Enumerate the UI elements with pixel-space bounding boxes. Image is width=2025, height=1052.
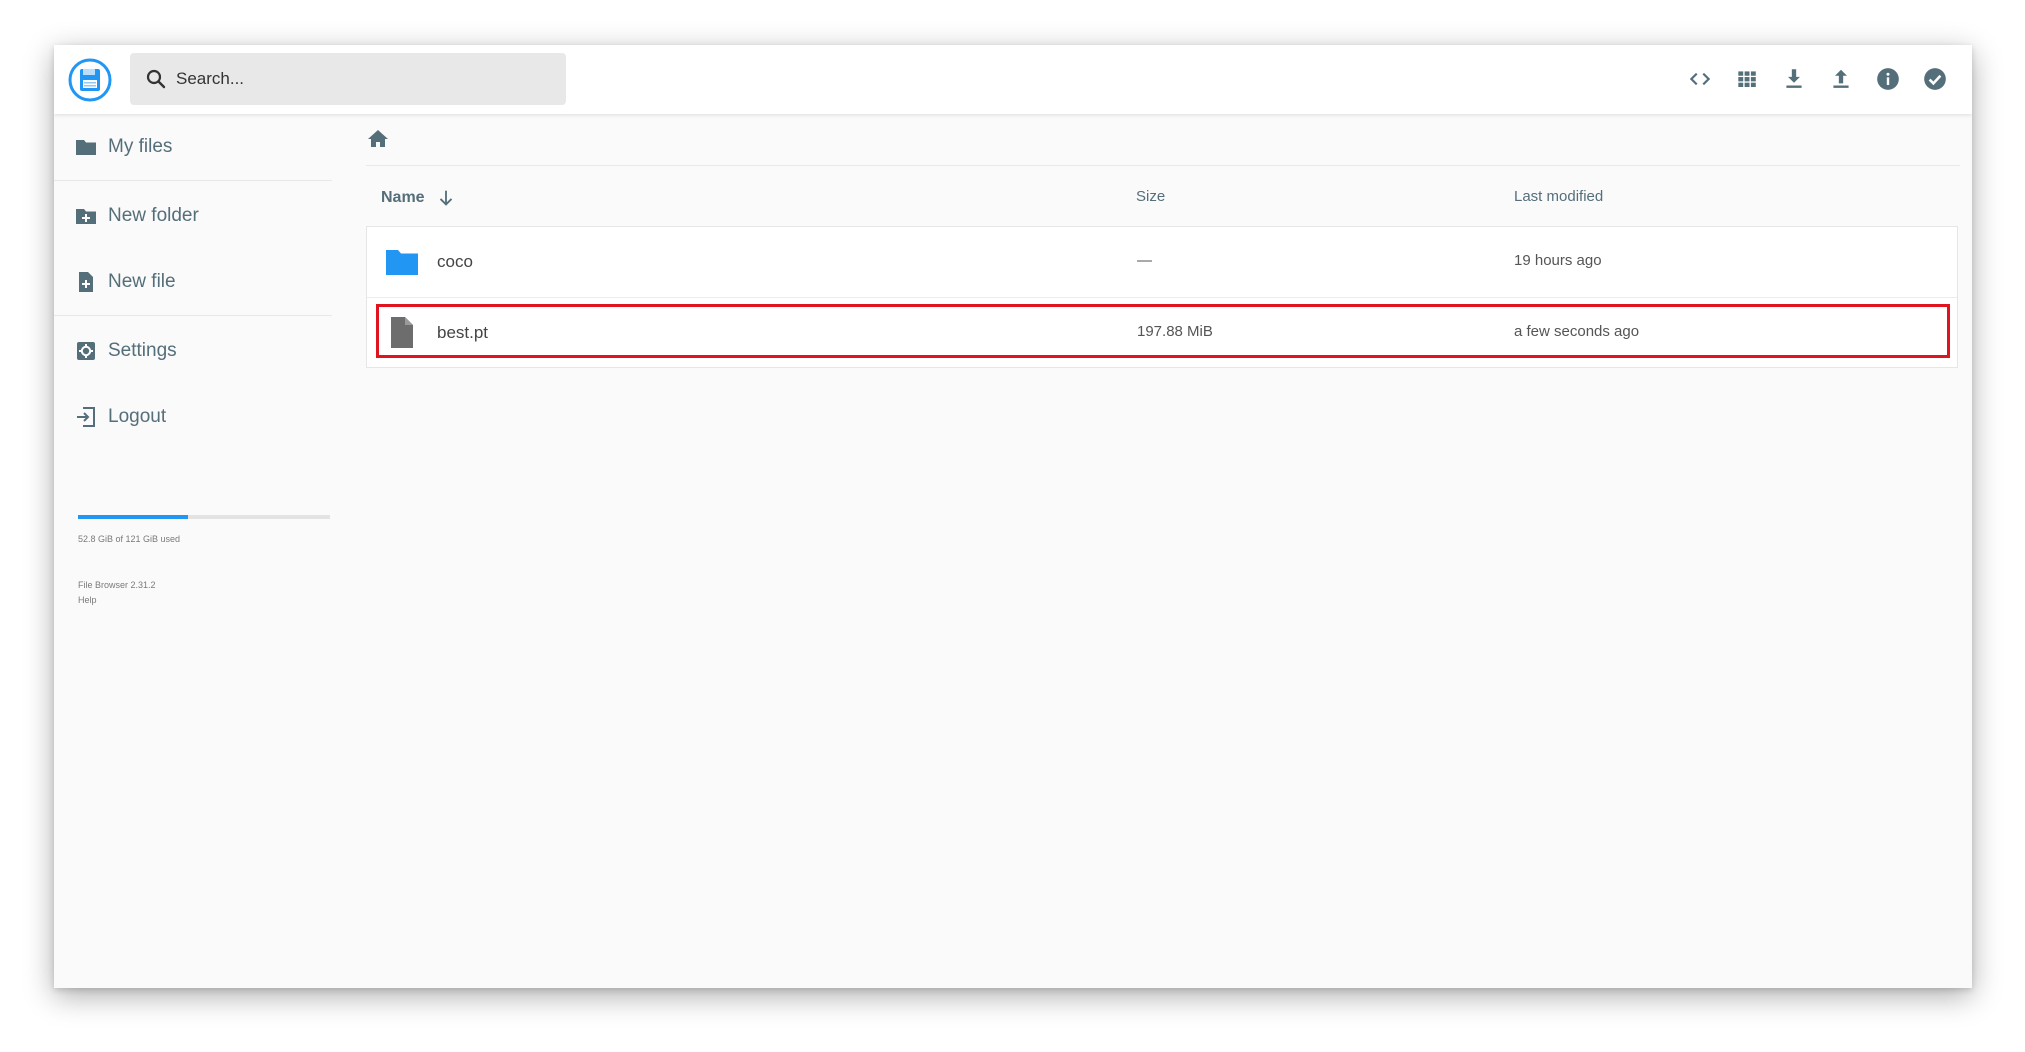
sidebar-item-new-folder[interactable]: New folder	[54, 183, 332, 249]
toggle-code-button[interactable]	[1676, 59, 1723, 99]
check-circle-icon	[1923, 68, 1946, 90]
home-icon[interactable]	[366, 127, 390, 151]
file-plus-icon	[79, 272, 93, 292]
file-size: —	[1137, 252, 1152, 269]
sidebar-item-label: Settings	[108, 340, 177, 361]
version-link[interactable]: File Browser 2.31.2	[78, 578, 156, 593]
upload-button[interactable]	[1817, 59, 1864, 99]
file-list: coco — 19 hours ago best.pt 197.88 MiB a…	[366, 226, 1958, 368]
file-browser-window: My files New folder New file	[54, 45, 1972, 988]
file-modified: 19 hours ago	[1514, 252, 1602, 269]
search-input[interactable]	[176, 53, 556, 105]
info-button[interactable]	[1864, 59, 1911, 99]
settings-icon	[77, 342, 95, 360]
folder-icon	[76, 140, 96, 155]
download-button[interactable]	[1770, 59, 1817, 99]
divider	[54, 180, 332, 181]
file-listing: Name Size Last modified coco — 19 hours …	[366, 114, 1960, 988]
logout-icon	[77, 407, 95, 427]
logo-icon[interactable]	[68, 58, 112, 102]
arrow-down-icon	[439, 190, 452, 206]
list-item-coco[interactable]: coco — 19 hours ago	[367, 227, 1957, 298]
select-multiple-button[interactable]	[1911, 59, 1958, 99]
search-icon	[146, 69, 166, 89]
file-icon	[391, 317, 413, 348]
breadcrumb	[366, 114, 1960, 166]
help-link[interactable]: Help	[78, 593, 156, 608]
storage-quota-fill	[78, 515, 188, 519]
column-name-label: Name	[381, 189, 425, 206]
file-name: best.pt	[437, 323, 489, 342]
sort-by-modified[interactable]: Last modified	[1514, 188, 1603, 205]
sidebar-item-my-files[interactable]: My files	[54, 114, 332, 180]
sidebar-item-new-file[interactable]: New file	[54, 249, 332, 315]
upload-icon	[1832, 69, 1849, 88]
search-box[interactable]	[130, 53, 566, 105]
sidebar-item-logout[interactable]: Logout	[54, 384, 332, 450]
storage-quota-bar	[78, 515, 330, 519]
folder-plus-icon	[76, 209, 96, 224]
sidebar-item-label: Logout	[108, 406, 167, 427]
sort-by-name[interactable]: Name	[381, 187, 457, 209]
folder-icon	[386, 250, 418, 275]
list-item-best-pt[interactable]: best.pt 197.88 MiB a few seconds ago	[367, 298, 1957, 368]
sidebar-item-label: New folder	[108, 205, 199, 226]
info-icon	[1876, 68, 1899, 90]
sidebar-item-label: New file	[108, 271, 176, 292]
switch-view-button[interactable]	[1723, 59, 1770, 99]
sidebar-item-label: My files	[108, 136, 173, 157]
file-name: coco	[437, 252, 473, 271]
sort-by-size[interactable]: Size	[1136, 188, 1165, 205]
top-bar	[54, 45, 1972, 114]
toolbar	[1676, 59, 1958, 99]
code-icon	[1689, 72, 1710, 86]
sidebar-item-settings[interactable]: Settings	[54, 318, 332, 384]
sidebar: My files New folder New file Settings Lo…	[54, 114, 344, 988]
download-icon	[1785, 69, 1802, 88]
divider	[54, 315, 332, 316]
file-size: 197.88 MiB	[1137, 323, 1213, 340]
grid-view-icon	[1737, 71, 1756, 88]
list-header: Name Size Last modified	[366, 166, 1960, 226]
storage-quota-text: 52.8 GiB of 121 GiB used	[78, 534, 181, 544]
file-modified: a few seconds ago	[1514, 323, 1640, 340]
credits: File Browser 2.31.2 Help	[78, 578, 156, 608]
